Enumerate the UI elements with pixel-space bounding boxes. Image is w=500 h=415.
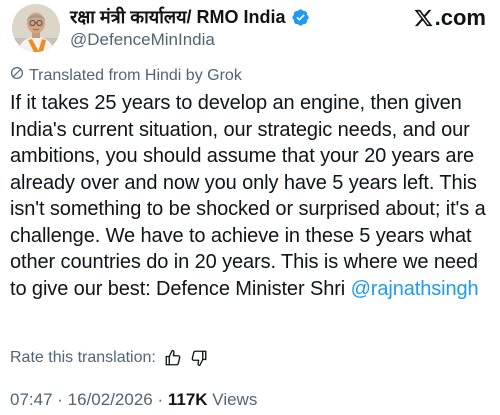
tweet-body: If it takes 25 years to develop an engin…	[10, 92, 486, 300]
translation-label: Translated from Hindi by Grok	[29, 66, 242, 84]
author-name-row: रक्षा मंत्री कार्यालय/ RMO India	[70, 4, 310, 30]
grok-icon	[10, 66, 24, 85]
views-count: 117K	[167, 390, 208, 409]
rate-translation-label: Rate this translation:	[10, 349, 156, 366]
rate-translation-row: Rate this translation:	[10, 349, 208, 367]
views-label: Views	[212, 390, 258, 409]
tweet-meta: 07:47 · 16/02/2026 · 117K Views	[10, 390, 257, 410]
meta-separator: ·	[152, 390, 168, 409]
mention-link[interactable]: @rajnathsingh	[351, 278, 479, 300]
x-logo: .com	[413, 5, 486, 31]
logo-domain-text: .com	[434, 5, 486, 30]
avatar-image	[12, 4, 60, 52]
author-handle[interactable]: @DefenceMinIndia	[70, 30, 215, 50]
meta-separator: ·	[52, 390, 68, 409]
tweet-text: If it takes 25 years to develop an engin…	[10, 90, 494, 302]
tweet-time[interactable]: 07:47	[10, 390, 53, 409]
translation-notice: Translated from Hindi by Grok	[10, 66, 242, 85]
thumbs-down-icon[interactable]	[190, 349, 208, 367]
avatar[interactable]	[12, 4, 60, 52]
tweet-date[interactable]: 16/02/2026	[68, 390, 153, 409]
x-logo-icon	[413, 8, 434, 28]
verified-badge-icon[interactable]	[291, 8, 310, 27]
thumbs-up-icon[interactable]	[164, 349, 182, 367]
author-display-name[interactable]: रक्षा मंत्री कार्यालय/ RMO India	[70, 5, 286, 29]
